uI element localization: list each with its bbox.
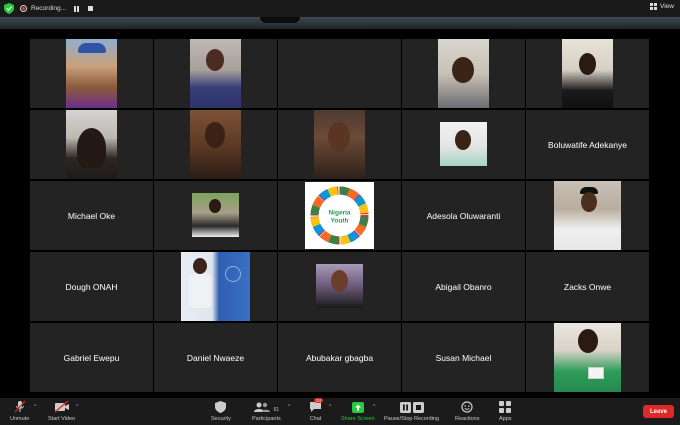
participant-video	[562, 39, 613, 108]
meeting-toolbar: Unmute ^ Start Video ^ Security 61 Parti…	[0, 398, 680, 425]
logo-text-youth: Youth	[331, 218, 349, 225]
participant-tile[interactable]	[402, 110, 525, 179]
participant-video	[316, 264, 363, 308]
participant-name: Abubakar gbagba	[305, 352, 374, 363]
participant-video	[554, 181, 621, 250]
logo-text-nigeria: Nigeria	[328, 210, 350, 217]
chat-unread-badge: 24	[314, 398, 324, 403]
participant-tile[interactable]	[154, 39, 277, 108]
participant-tile[interactable]	[402, 39, 525, 108]
start-video-button[interactable]: Start Video	[48, 400, 75, 422]
participant-video	[190, 110, 241, 179]
pause-recording-icon[interactable]	[74, 5, 80, 12]
shield-icon[interactable]	[4, 3, 14, 14]
participant-name: Daniel Nwaeze	[186, 352, 245, 363]
unmute-label: Unmute	[10, 416, 30, 422]
apps-grid-icon	[499, 400, 512, 413]
reactions-label: Reactions	[455, 416, 480, 422]
stop-recording-icon[interactable]	[88, 6, 94, 11]
security-button[interactable]: Security	[211, 400, 231, 422]
participant-name: Dough ONAH	[65, 281, 118, 292]
participants-label: Participants	[252, 416, 281, 422]
participant-tile[interactable]	[278, 110, 401, 179]
participant-video	[314, 110, 365, 179]
participant-video	[190, 39, 241, 108]
chat-button[interactable]: 24 Chat	[309, 398, 324, 422]
participant-name: Abigail Obanro	[435, 281, 492, 292]
gallery-view: Boluwatife Adekanye Michael Oke Nigeria …	[30, 39, 649, 392]
camera-off-icon	[54, 400, 70, 413]
share-screen-label: Share Screen	[341, 416, 375, 422]
participant-video	[192, 193, 239, 237]
participant-tile[interactable]: Abubakar gbagba	[278, 323, 401, 392]
participant-tile[interactable]: Daniel Nwaeze	[154, 323, 277, 392]
participant-video	[66, 39, 117, 108]
participant-tile[interactable]: Dough ONAH	[30, 252, 153, 321]
participant-tile[interactable]: Michael Oke	[30, 181, 153, 250]
share-screen-button[interactable]: Share Screen	[341, 400, 375, 422]
participant-tile[interactable]: Zacks Onwe	[526, 252, 649, 321]
participant-tile[interactable]: Boluwatife Adekanye	[526, 110, 649, 179]
participant-tile[interactable]	[30, 39, 153, 108]
recording-icon	[20, 5, 27, 12]
security-label: Security	[211, 416, 231, 422]
participant-name: Susan Michael	[435, 352, 492, 363]
chat-label: Chat	[309, 416, 322, 422]
participant-video	[66, 110, 117, 179]
smiley-icon	[461, 400, 473, 413]
participants-icon: 61	[253, 400, 280, 413]
chat-options-chevron-icon[interactable]: ^	[329, 404, 331, 410]
active-speaker-strip	[0, 17, 680, 29]
microphone-muted-icon	[14, 400, 26, 413]
nigeria-youth-logo: Nigeria Youth	[305, 182, 374, 249]
grid-view-icon	[650, 3, 658, 10]
participant-tile[interactable]	[278, 39, 401, 108]
participant-tile[interactable]	[154, 181, 277, 250]
participant-tile[interactable]: Susan Michael	[402, 323, 525, 392]
apps-label: Apps	[499, 416, 512, 422]
participant-video	[440, 122, 487, 166]
participants-options-chevron-icon[interactable]: ^	[288, 404, 290, 410]
recording-indicator: Recording...	[20, 2, 94, 15]
participant-tile[interactable]	[30, 110, 153, 179]
leave-button[interactable]: Leave	[643, 405, 674, 418]
share-options-chevron-icon[interactable]: ^	[373, 404, 375, 410]
participant-video	[554, 323, 621, 392]
participant-tile[interactable]	[278, 252, 401, 321]
participant-tile[interactable]	[526, 181, 649, 250]
participant-tile[interactable]	[154, 252, 277, 321]
participant-name: Michael Oke	[67, 210, 116, 221]
pause-stop-recording-button[interactable]: Pause/Stop Recording	[384, 400, 439, 422]
unmute-button[interactable]: Unmute	[10, 400, 29, 422]
view-label: View	[660, 3, 674, 10]
meeting-top-bar: Recording... View	[0, 0, 680, 17]
participant-tile[interactable]: Abigail Obanro	[402, 252, 525, 321]
participant-tile[interactable]: Adesola Oluwaranti	[402, 181, 525, 250]
participant-tile[interactable]: Nigeria Youth	[278, 181, 401, 250]
participant-tile[interactable]	[526, 323, 649, 392]
participant-video	[181, 252, 250, 321]
participant-name: Gabriel Ewepu	[63, 352, 120, 363]
view-button[interactable]: View	[650, 3, 674, 10]
recording-label: Recording...	[31, 5, 67, 12]
participants-count: 61	[273, 407, 280, 413]
participant-tile[interactable]	[526, 39, 649, 108]
apps-button[interactable]: Apps	[499, 400, 512, 422]
participant-tile[interactable]: Gabriel Ewepu	[30, 323, 153, 392]
participant-video	[438, 39, 489, 108]
audio-options-chevron-icon[interactable]: ^	[34, 404, 36, 410]
participant-name: Zacks Onwe	[563, 281, 612, 292]
participant-name: Boluwatife Adekanye	[548, 139, 627, 150]
participant-name: Adesola Oluwaranti	[426, 210, 501, 221]
pause-stop-label: Pause/Stop Recording	[384, 416, 440, 422]
share-screen-icon	[351, 400, 364, 413]
start-video-label: Start Video	[48, 416, 76, 422]
pause-stop-icon	[399, 400, 424, 413]
video-options-chevron-icon[interactable]: ^	[76, 404, 78, 410]
chat-bubble-icon: 24	[309, 398, 324, 413]
shield-icon	[215, 400, 227, 413]
participants-button[interactable]: 61 Participants	[252, 400, 281, 422]
reactions-button[interactable]: Reactions	[455, 400, 479, 422]
participant-tile[interactable]	[154, 110, 277, 179]
